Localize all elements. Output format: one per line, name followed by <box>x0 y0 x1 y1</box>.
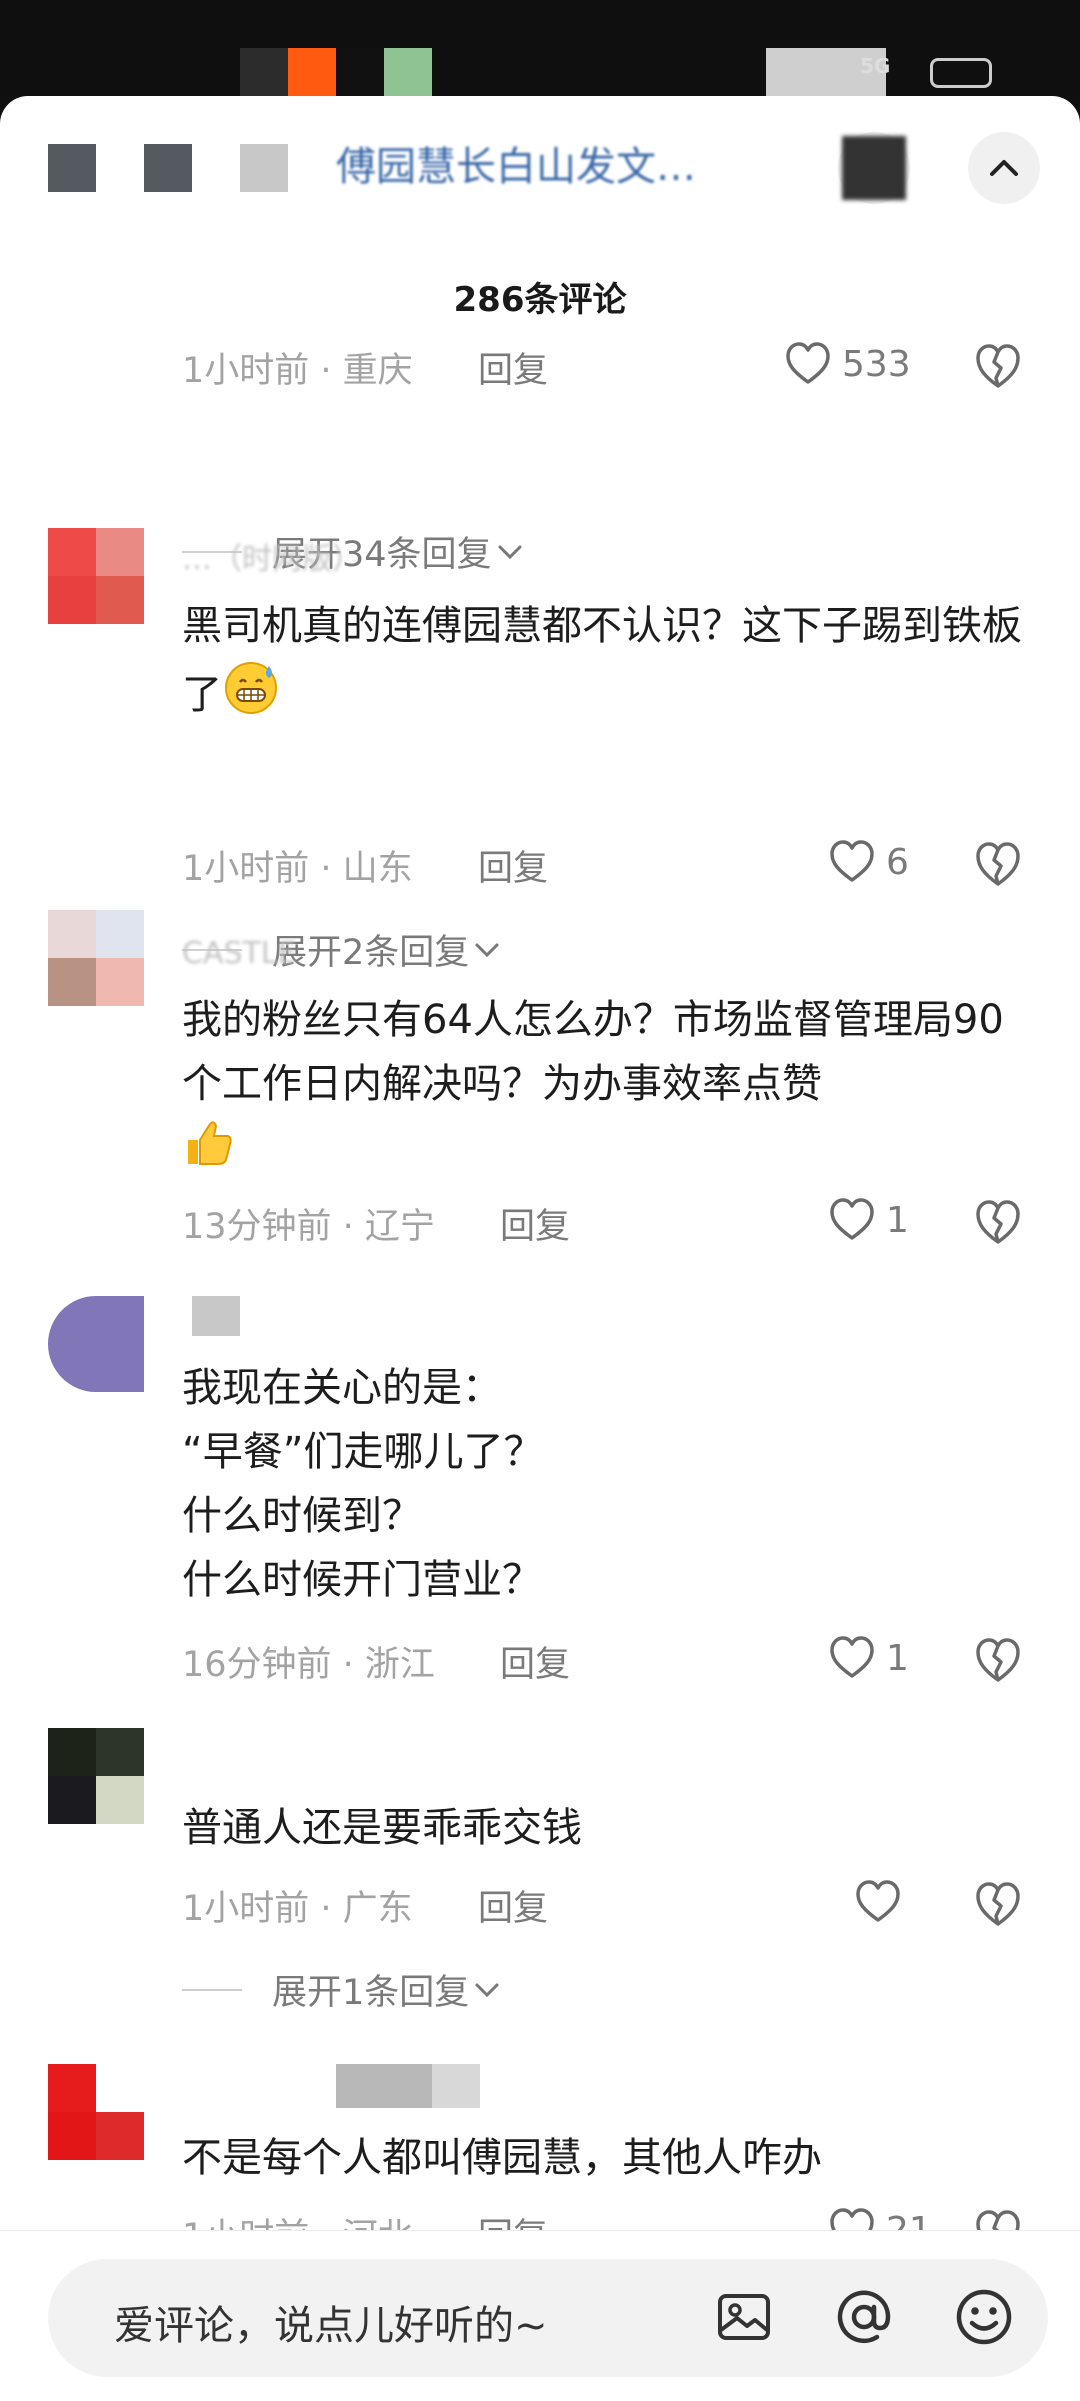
comment-text: 普通人还是要乖乖交钱 <box>182 1805 582 1851</box>
status-blur-block <box>240 48 288 96</box>
comment-text-line: 我现在关心的是： <box>182 1365 502 1411</box>
dislike-broken-heart-icon[interactable] <box>970 1632 1026 1688</box>
emoji-button[interactable] <box>952 2285 1016 2349</box>
reply-button[interactable]: 回复 <box>478 1880 548 1931</box>
reply-button[interactable]: 回复 <box>478 342 548 393</box>
heart-icon <box>856 1880 900 1922</box>
heart-icon <box>830 1198 874 1240</box>
avatar[interactable] <box>48 2064 144 2160</box>
reply-button[interactable]: 回复 <box>500 1198 570 1249</box>
like-count: 1 <box>886 1637 909 1679</box>
comment-count-title: 286条评论 <box>453 280 627 320</box>
comment-text-line: “早餐”们走哪儿了？ <box>182 1429 544 1475</box>
battery-icon <box>930 58 992 88</box>
dislike-broken-heart-icon[interactable] <box>970 836 1026 892</box>
username[interactable] <box>336 2064 432 2108</box>
mention-button[interactable] <box>832 2285 896 2349</box>
like-button[interactable]: 6 <box>826 836 909 888</box>
comment-time-location: 1小时前 · 山东 <box>182 849 413 889</box>
expand-replies-label: 展开2条回复 <box>272 933 470 973</box>
grinning-sweat-emoji <box>225 662 277 714</box>
comment-input-bar: 爱评论，说点儿好听的~ <box>0 2230 1080 2401</box>
username <box>432 2064 480 2108</box>
comment-input[interactable]: 爱评论，说点儿好听的~ <box>48 2259 1048 2377</box>
comment-text-line: 什么时候到？ <box>182 1493 422 1539</box>
like-count: 533 <box>842 343 911 385</box>
comment-input-placeholder: 爱评论，说点儿好听的~ <box>114 2303 548 2349</box>
status-bar: 5G <box>0 0 1080 96</box>
chevron-down-icon <box>475 1983 499 1997</box>
image-icon <box>718 2294 770 2340</box>
video-info-bar: 傅园慧长白山发文… <box>0 96 1080 216</box>
like-count: 6 <box>886 841 909 883</box>
username[interactable]: CASTLE <box>182 936 297 971</box>
network-indicator: 5G <box>860 54 891 78</box>
heart-icon <box>830 840 874 882</box>
thumbs-up-emoji <box>188 1121 232 1165</box>
comment-time-location: 16分钟前 · 浙江 <box>182 1645 435 1685</box>
comment-text: 我现在关心的是： “早餐”们走哪儿了？ 什么时候到？ 什么时候开门营业？ <box>182 1356 1032 1612</box>
dislike-broken-heart-icon[interactable] <box>970 1876 1026 1932</box>
username[interactable] <box>192 1296 240 1336</box>
comment-time-location: 1小时前 · 广东 <box>182 1889 413 1929</box>
like-button[interactable]: 533 <box>782 338 911 390</box>
comment-text: 黑司机真的连傅园慧都不认识？这下子踢到铁板了 <box>182 594 1032 727</box>
heart-icon <box>830 1636 874 1678</box>
comment-text-content: 黑司机真的连傅园慧都不认识？这下子踢到铁板了 <box>182 603 1022 718</box>
dislike-broken-heart-icon[interactable] <box>970 1194 1026 1250</box>
avatar <box>240 144 288 192</box>
like-button[interactable]: 1 <box>826 1194 909 1246</box>
dislike-broken-heart-icon[interactable] <box>970 338 1026 394</box>
chevron-down-icon <box>498 545 522 559</box>
avatar <box>144 144 192 192</box>
close-icon <box>976 140 1032 196</box>
reply-button[interactable]: 回复 <box>478 840 548 891</box>
at-icon <box>837 2290 891 2344</box>
comment-sheet: 傅园慧长白山发文… 286条评论 1小时前 · 重庆 回复 533 展开34条回… <box>0 96 1080 2400</box>
expand-replies-button[interactable]: 展开1条回复 <box>182 1964 505 2015</box>
avatar[interactable] <box>48 528 144 624</box>
comment-text-line: 什么时候开门营业？ <box>182 1557 542 1603</box>
emoji-face-icon <box>956 2289 1012 2345</box>
comment-text: 不是每个人都叫傅园慧，其他人咋办 <box>182 2135 822 2181</box>
comment-text-content: 我的粉丝只有64人怎么办？市场监督管理局90个工作日内解决吗？为办事效率点赞 <box>182 997 1004 1107</box>
expand-replies-label: 展开1条回复 <box>272 1973 470 2013</box>
avatar <box>48 144 96 192</box>
video-title[interactable]: 傅园慧长白山发文… <box>336 134 696 192</box>
divider <box>182 1988 242 1991</box>
heart-icon <box>786 342 830 384</box>
comment-text: 我的粉丝只有64人怎么办？市场监督管理局90个工作日内解决吗？为办事效率点赞 <box>182 988 1032 1181</box>
reply-button[interactable]: 回复 <box>500 1636 570 1687</box>
avatar[interactable] <box>48 1728 144 1824</box>
pin-icon <box>842 136 906 200</box>
image-picker-button[interactable] <box>712 2285 776 2349</box>
avatar[interactable] <box>48 1296 144 1392</box>
comment-time-location: 13分钟前 · 辽宁 <box>182 1207 435 1247</box>
status-blur-block <box>336 48 384 96</box>
avatar[interactable] <box>48 910 144 1006</box>
like-count: 1 <box>886 1199 909 1241</box>
comment-time-location: 1小时前 · 重庆 <box>182 351 413 391</box>
status-blur-block <box>288 48 336 96</box>
like-button[interactable]: 1 <box>826 1632 909 1684</box>
status-blur-block <box>384 48 432 96</box>
like-button[interactable] <box>852 1876 912 1928</box>
username[interactable]: …（时网版） <box>182 534 362 578</box>
chevron-down-icon <box>475 943 499 957</box>
